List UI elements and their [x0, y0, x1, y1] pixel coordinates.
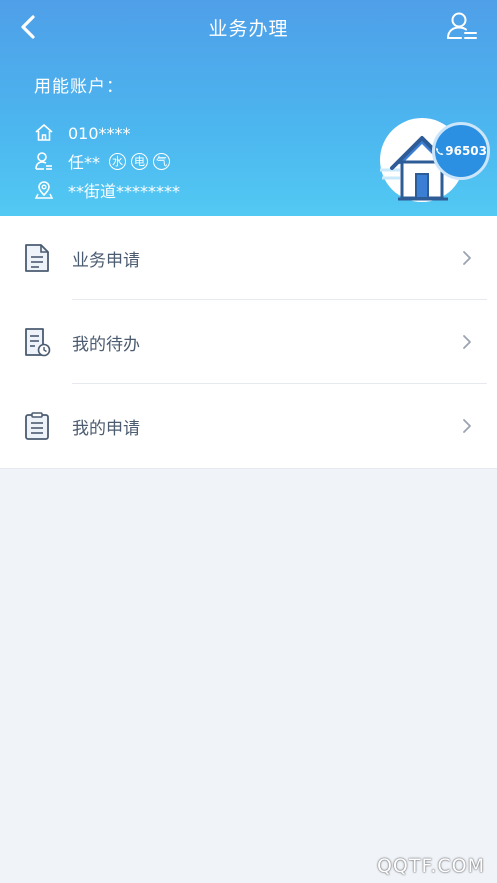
- home-icon: [34, 123, 54, 143]
- address: **街道********: [68, 182, 181, 201]
- user-list-icon: [447, 12, 477, 39]
- user-name-row: 任** 水 电 气: [34, 149, 171, 173]
- pending-document-icon: [25, 328, 51, 357]
- watermark: QQTF.COM: [376, 855, 485, 877]
- chevron-right-icon: [463, 335, 471, 349]
- menu-item-business-application[interactable]: 业务申请: [0, 216, 497, 300]
- menu-item-label: 业务申请: [72, 250, 140, 271]
- menu-item-my-applications[interactable]: 我的申请: [0, 384, 497, 468]
- document-icon: [25, 244, 49, 272]
- clipboard-icon: [25, 412, 49, 440]
- water-tag: 水: [109, 152, 127, 170]
- electric-tag: 电: [131, 152, 149, 170]
- location-pin-icon: [34, 180, 54, 200]
- person-icon: [34, 151, 54, 171]
- user-profile-button[interactable]: [445, 10, 479, 44]
- user-name: 任**: [68, 153, 101, 172]
- account-number: 010****: [68, 123, 131, 143]
- gas-tag: 气: [153, 152, 171, 170]
- chevron-right-icon: [463, 419, 471, 433]
- page-title: 业务办理: [208, 18, 289, 40]
- hotline-number: 96503: [445, 144, 487, 158]
- service-tags: 水 电 气: [104, 152, 171, 170]
- business-menu: 业务申请 我的待办 我的申请: [0, 216, 497, 469]
- chevron-right-icon: [463, 251, 471, 265]
- menu-item-label: 我的待办: [72, 334, 140, 355]
- account-number-row: 010****: [34, 121, 131, 145]
- phone-icon: [436, 147, 444, 155]
- header-banner: 业务办理 用能账户： 010**** 任** 水 电 气 **街道*******…: [0, 0, 497, 216]
- hotline-button[interactable]: 96503: [432, 122, 490, 180]
- menu-item-label: 我的申请: [72, 418, 140, 439]
- address-row: **街道********: [34, 178, 180, 202]
- account-label: 用能账户：: [34, 77, 124, 97]
- menu-item-my-pending[interactable]: 我的待办: [0, 300, 497, 384]
